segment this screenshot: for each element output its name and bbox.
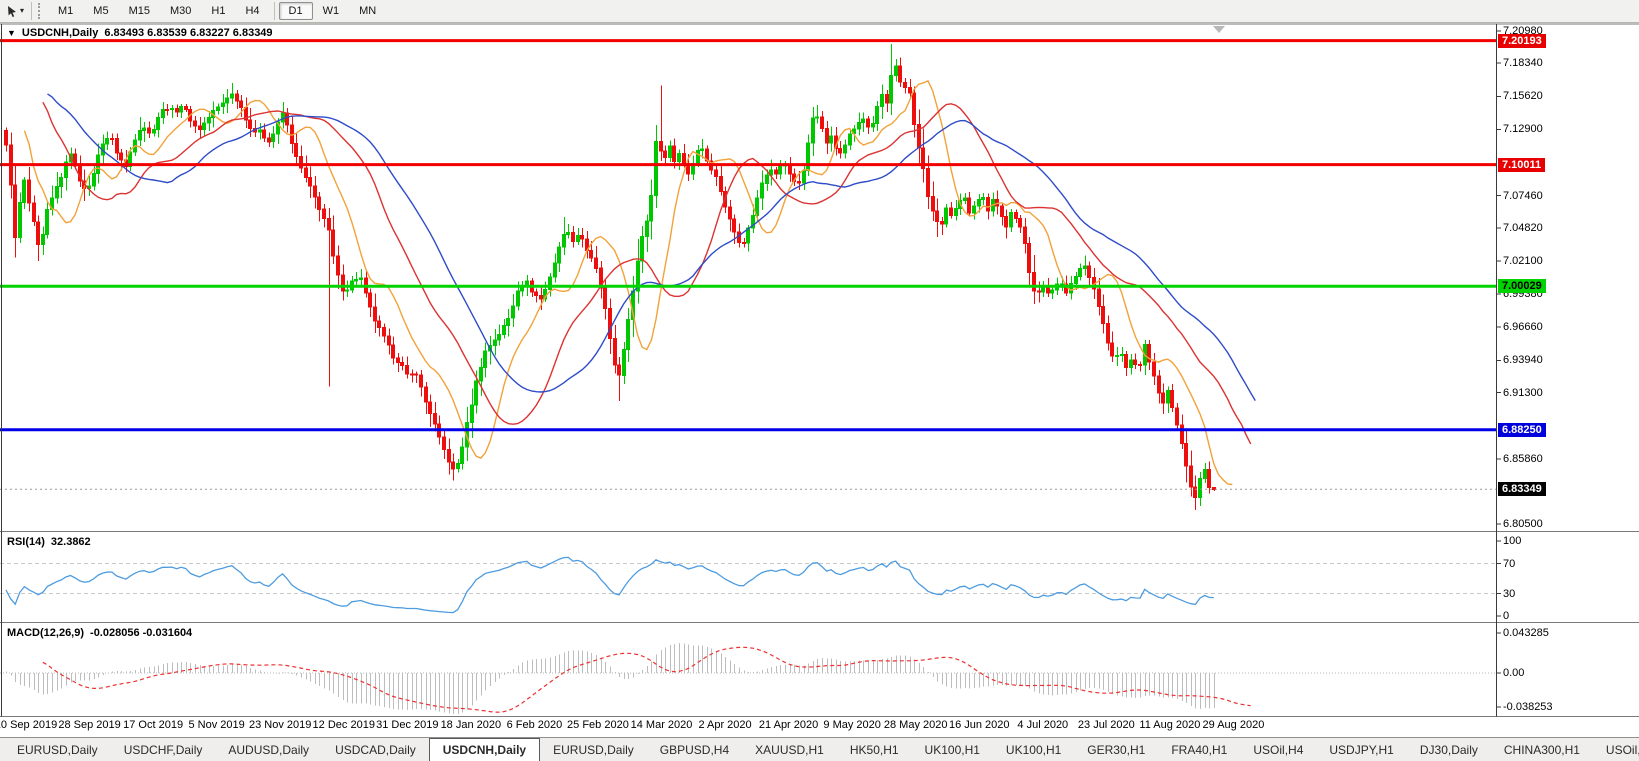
macd-scale-label: 0.043285: [1503, 627, 1549, 639]
price-tick-label: 7.18340: [1503, 57, 1543, 69]
macd-histogram: [7, 643, 1215, 714]
ma-fast-line: [24, 81, 1232, 485]
macd-label: MACD(12,26,9): [7, 627, 84, 639]
rsi-panel-label: RSI(14) 32.3862: [7, 536, 91, 548]
macd-values: -0.028056 -0.031604: [90, 627, 192, 639]
trading-terminal-window: ▾ M1M5M15M30H1H4D1W1MN ▼ USDCNH,Daily 6.…: [0, 0, 1639, 761]
price-tick-label: 6.96660: [1503, 321, 1543, 333]
price-tick-label: 7.07460: [1503, 190, 1543, 202]
price-tick-label: 7.15620: [1503, 90, 1543, 102]
price-level-badge: 7.20193: [1498, 34, 1546, 48]
price-tick-label: 7.12900: [1503, 123, 1543, 135]
rsi-scale-label: 70: [1503, 558, 1515, 570]
rsi-line: [6, 557, 1214, 612]
price-tick-label: 6.93940: [1503, 354, 1543, 366]
rsi-scale-label: 100: [1503, 535, 1521, 547]
macd-signal-line: [43, 647, 1251, 712]
rsi-scale-label: 30: [1503, 588, 1515, 600]
price-tick-label: 7.04820: [1503, 222, 1543, 234]
chart-ohlc-values: 6.83493 6.83539 6.83227 6.83349: [104, 27, 272, 39]
macd-scale-label: 0.00: [1503, 667, 1524, 679]
rsi-value: 32.3862: [51, 536, 91, 548]
chart-menu-icon[interactable]: ▼: [7, 28, 16, 38]
price-level-badge: 6.88250: [1498, 423, 1546, 437]
panel-frame: [0, 24, 1639, 717]
price-tick-label: 6.85860: [1503, 453, 1543, 465]
price-level-badge: 7.10011: [1498, 158, 1545, 172]
chart-shift-marker-icon[interactable]: [1213, 26, 1225, 33]
ma-mid-line: [43, 102, 1251, 444]
candlesticks: [5, 44, 1216, 510]
price-tick-label: 6.91300: [1503, 387, 1543, 399]
ma-slow-line: [48, 94, 1256, 401]
macd-scale-label: -0.038253: [1503, 701, 1553, 713]
rsi-label: RSI(14): [7, 536, 45, 548]
chart-symbol-label: USDCNH,Daily: [22, 27, 98, 39]
chart-canvas[interactable]: [0, 0, 1639, 761]
chart-title: ▼ USDCNH,Daily 6.83493 6.83539 6.83227 6…: [7, 27, 273, 39]
macd-panel-label: MACD(12,26,9) -0.028056 -0.031604: [7, 627, 192, 639]
price-tick-label: 6.80500: [1503, 518, 1543, 530]
price-level-badge: 6.83349: [1498, 482, 1546, 496]
price-level-badge: 7.00029: [1498, 279, 1546, 293]
rsi-scale-label: 0: [1503, 610, 1509, 622]
price-tick-label: 7.02100: [1503, 255, 1543, 267]
